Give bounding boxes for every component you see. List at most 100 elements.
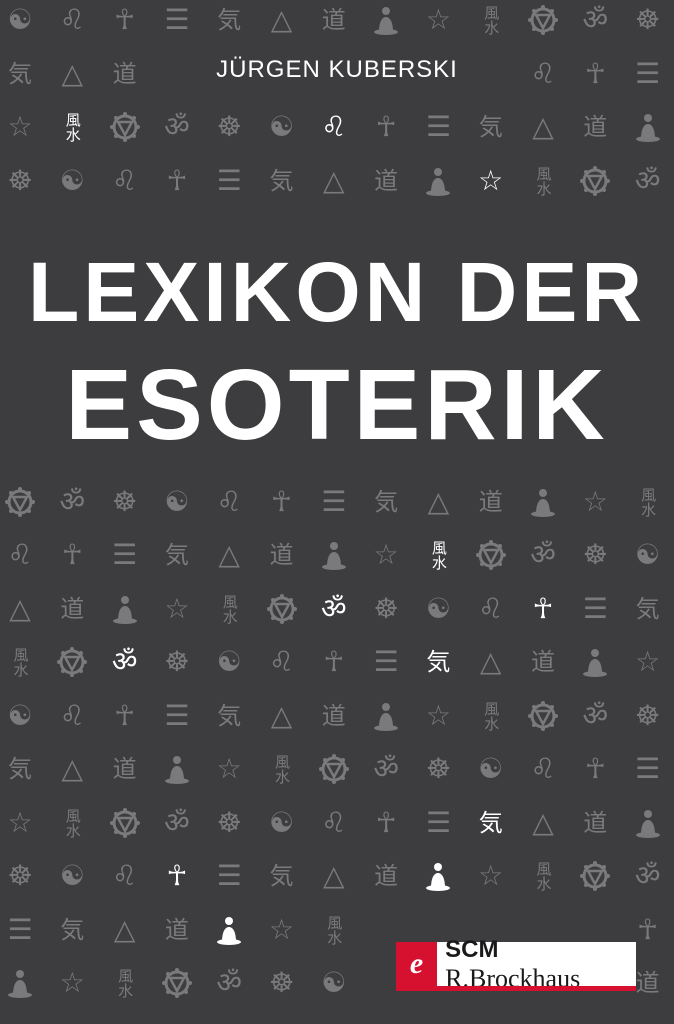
dao-icon: 道 bbox=[374, 862, 399, 890]
dao-icon: 道 bbox=[60, 594, 85, 623]
publisher-prefix: SCM bbox=[445, 936, 499, 963]
pentagram-icon: ☆ bbox=[425, 698, 451, 732]
yinyang-icon: ☯ bbox=[635, 538, 661, 571]
chakra-icon bbox=[577, 163, 613, 199]
dao-icon: 道 bbox=[164, 915, 189, 944]
buddha-icon bbox=[107, 591, 143, 627]
pentagram-icon: ☆ bbox=[635, 645, 661, 678]
yinyang-icon: ☯ bbox=[268, 110, 295, 143]
dharma-wheel-icon: ☸ bbox=[164, 645, 190, 678]
fengshui-icon: 風水 bbox=[11, 647, 30, 677]
fengshui-icon: 風水 bbox=[534, 165, 553, 196]
pentagram-icon: ☆ bbox=[478, 859, 504, 892]
fengshui-icon: 風水 bbox=[116, 968, 135, 998]
chakra-icon bbox=[107, 109, 143, 145]
publisher-name: SCM R.Brockhaus bbox=[437, 934, 636, 994]
om-icon: ॐ bbox=[634, 859, 661, 892]
dharma-wheel-icon: ☸ bbox=[216, 805, 242, 839]
pentagram-icon: ☆ bbox=[478, 163, 504, 197]
masonic-icon: △ bbox=[479, 645, 502, 678]
author-name: JÜRGEN KUBERSKI bbox=[0, 54, 674, 85]
buddha-icon bbox=[420, 163, 456, 199]
yinyang-icon: ☯ bbox=[216, 645, 242, 678]
yinyang-icon: ☯ bbox=[7, 698, 33, 732]
bagua-icon: ☰ bbox=[425, 805, 451, 839]
fengshui-icon: 風水 bbox=[325, 914, 344, 945]
yinyang-icon: ☯ bbox=[321, 966, 347, 999]
pentagram-icon: ☆ bbox=[7, 805, 33, 839]
buddha-icon bbox=[2, 965, 38, 1001]
fengshui-icon: 風水 bbox=[220, 593, 239, 624]
yinyang-icon: ☯ bbox=[425, 591, 451, 625]
buddha-icon bbox=[525, 484, 561, 520]
fengshui-icon: 風水 bbox=[273, 754, 291, 784]
om-icon: ॐ bbox=[164, 110, 190, 143]
fengshui-icon: 風水 bbox=[482, 5, 501, 35]
yinyang-icon: ☯ bbox=[478, 752, 504, 785]
leo-icon: ♌ bbox=[59, 698, 85, 732]
buddha-icon bbox=[368, 698, 404, 734]
pentagram-icon: ☆ bbox=[59, 966, 85, 999]
book-title-line-1: LEXIKON DER bbox=[27, 245, 647, 339]
bagua-icon: ☰ bbox=[164, 698, 190, 732]
qi-icon: 気 bbox=[269, 862, 294, 890]
ankh-icon: ☥ bbox=[166, 163, 188, 197]
leo-icon: ♌ bbox=[530, 752, 556, 785]
dharma-wheel-icon: ☸ bbox=[582, 538, 608, 571]
qi-icon: 気 bbox=[269, 166, 294, 195]
bagua-icon: ☰ bbox=[635, 752, 661, 785]
publisher-logo: e SCM R.Brockhaus bbox=[396, 936, 636, 993]
fengshui-icon: 風水 bbox=[429, 540, 448, 570]
dharma-wheel-icon: ☸ bbox=[216, 110, 242, 143]
fengshui-icon: 風水 bbox=[534, 861, 553, 891]
pentagram-icon: ☆ bbox=[425, 3, 451, 36]
qi-icon: 気 bbox=[374, 487, 399, 516]
buddha-icon bbox=[420, 858, 456, 894]
fengshui-icon: 風水 bbox=[482, 700, 501, 731]
chakra-icon bbox=[316, 751, 352, 787]
masonic-icon: △ bbox=[218, 538, 240, 571]
chakra-icon bbox=[525, 2, 561, 38]
qi-icon: 気 bbox=[635, 594, 660, 623]
leo-icon: ♌ bbox=[216, 484, 242, 518]
masonic-icon: △ bbox=[532, 805, 554, 839]
masonic-icon: △ bbox=[113, 912, 136, 946]
esoteric-symbol-pattern: ☯ ♌ ☥ ☰ 気 △ 道 ☆ 風水 ॐ ☸ 気 △ 道 ♌ ☥ ☰ ☆ 風水 ॐ ☸ ☯ ♌ ☥ ☰ 気 △ 道 ☸ ☯ ♌ ☥ ☰ 気 △ 道 ☆ 風… bbox=[0, 0, 674, 1024]
pentagram-icon: ☆ bbox=[216, 752, 242, 785]
buddha-icon bbox=[211, 912, 247, 948]
qi-icon: 気 bbox=[8, 755, 32, 783]
bagua-icon: ☰ bbox=[164, 3, 190, 36]
dharma-wheel-icon: ☸ bbox=[635, 698, 661, 732]
chakra-icon bbox=[54, 644, 90, 680]
chakra-icon bbox=[473, 537, 509, 573]
leo-icon: ♌ bbox=[321, 805, 347, 839]
ankh-icon: ☥ bbox=[61, 538, 83, 571]
chakra-icon bbox=[107, 805, 143, 841]
om-icon: ॐ bbox=[321, 591, 347, 625]
leo-icon: ♌ bbox=[478, 591, 504, 625]
om-icon: ॐ bbox=[164, 805, 190, 839]
yinyang-icon: ☯ bbox=[59, 163, 85, 197]
publisher-underline bbox=[396, 986, 636, 991]
dao-icon: 道 bbox=[374, 166, 399, 195]
masonic-icon: △ bbox=[323, 859, 345, 892]
masonic-icon: △ bbox=[532, 110, 554, 143]
om-icon: ॐ bbox=[59, 484, 86, 518]
leo-icon: ♌ bbox=[112, 859, 138, 892]
qi-icon: 気 bbox=[478, 113, 503, 141]
dao-icon: 道 bbox=[583, 808, 608, 837]
chakra-icon bbox=[2, 484, 38, 520]
om-icon: ॐ bbox=[634, 163, 661, 197]
chakra-icon bbox=[159, 965, 195, 1001]
author-name-text: JÜRGEN KUBERSKI bbox=[202, 54, 472, 85]
dao-icon: 道 bbox=[321, 701, 346, 730]
dharma-wheel-icon: ☸ bbox=[635, 3, 661, 36]
qi-icon: 気 bbox=[217, 6, 242, 34]
masonic-icon: △ bbox=[61, 752, 84, 785]
yinyang-icon: ☯ bbox=[268, 805, 295, 839]
dharma-wheel-icon: ☸ bbox=[7, 163, 33, 197]
dao-icon: 道 bbox=[269, 541, 294, 569]
fengshui-icon: 風水 bbox=[639, 486, 658, 517]
ankh-icon: ☥ bbox=[166, 859, 188, 892]
ankh-icon: ☥ bbox=[114, 698, 136, 732]
